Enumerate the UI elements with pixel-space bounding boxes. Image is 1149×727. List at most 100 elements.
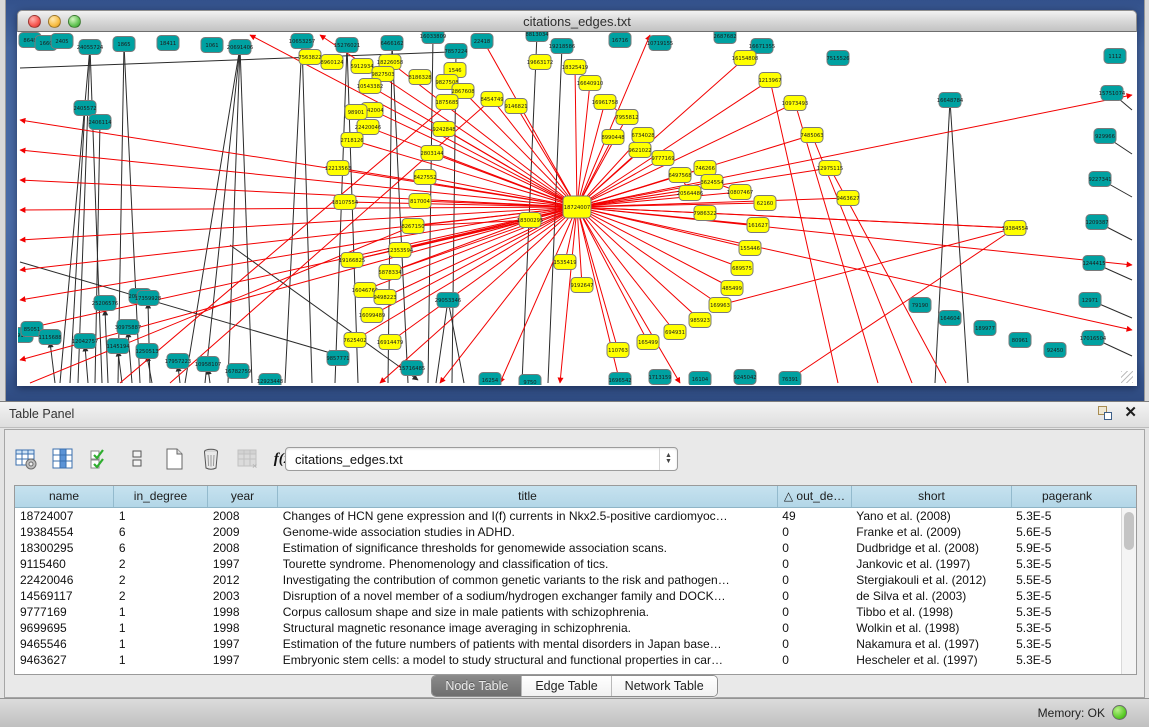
graph-node[interactable]: 8990448 <box>601 130 624 145</box>
graph-node[interactable]: 8960124 <box>320 55 344 70</box>
graph-node[interactable]: 9227341 <box>1088 172 1111 187</box>
close-panel-icon[interactable]: ✕ <box>1124 406 1137 420</box>
graph-node[interactable]: 16648784 <box>937 93 964 108</box>
graph-node[interactable]: 9498223 <box>373 290 396 305</box>
graph-node[interactable]: 7955812 <box>615 110 638 125</box>
graph-node[interactable]: 2718126 <box>340 133 363 148</box>
graph-node[interactable]: 9192647 <box>570 278 593 293</box>
graph-node[interactable]: 12042757 <box>72 334 98 349</box>
graph-node[interactable]: 10719155 <box>647 36 673 51</box>
graph-node[interactable]: 16961758 <box>592 95 618 110</box>
graph-node[interactable]: 165499 <box>637 335 659 350</box>
delete-table-icon[interactable] <box>198 446 224 472</box>
graph-node[interactable]: 10807467 <box>727 185 753 200</box>
show-columns-icon[interactable] <box>50 446 76 472</box>
graph-node[interactable]: 2406114 <box>88 115 112 130</box>
graph-node[interactable]: 9242848 <box>432 122 455 137</box>
graph-node[interactable]: 164604 <box>939 311 961 326</box>
graph-node[interactable]: 6734028 <box>631 128 654 143</box>
graph-node[interactable]: 485499 <box>721 281 743 296</box>
graph-node[interactable]: 929966 <box>1094 129 1116 144</box>
graph-node[interactable]: 25206576 <box>92 296 118 311</box>
column-header-year[interactable]: year <box>208 486 278 507</box>
graph-node[interactable]: 79190 <box>909 298 931 313</box>
graph-node[interactable]: 7625402 <box>343 333 366 348</box>
graph-node[interactable]: 8267150 <box>401 219 424 234</box>
graph-node[interactable]: 22418 <box>471 34 493 49</box>
graph-node[interactable]: 817004 <box>409 194 431 209</box>
graph-node[interactable]: 5878334 <box>378 265 402 280</box>
table-row[interactable]: 1938455462009Genome-wide association stu… <box>15 524 1121 540</box>
graph-node[interactable]: 7857224 <box>444 44 468 59</box>
graph-node[interactable]: 1061 <box>201 38 223 53</box>
graph-node[interactable]: 9857771 <box>326 351 349 366</box>
graph-node[interactable]: 189977 <box>974 321 996 336</box>
graph-node[interactable]: 16640910 <box>577 76 603 91</box>
graph-node[interactable]: 18724007 <box>563 196 591 218</box>
graph-node[interactable]: 689575 <box>731 261 753 276</box>
graph-node[interactable]: 30975887 <box>115 320 141 335</box>
column-header-title[interactable]: title <box>278 486 778 507</box>
graph-node[interactable]: 2405 <box>51 34 73 49</box>
graph-node[interactable]: 15751074 <box>1099 86 1126 101</box>
table-row[interactable]: 911546021997Tourette syndrome. Phenomeno… <box>15 556 1121 572</box>
graph-node[interactable]: 12213563 <box>325 161 351 176</box>
column-header-in_degree[interactable]: in_degree <box>114 486 208 507</box>
graph-node[interactable]: 8813034 <box>525 32 549 42</box>
graph-node[interactable]: 985923 <box>689 313 711 328</box>
graph-node[interactable]: 19663172 <box>527 55 553 70</box>
graph-node[interactable]: 1112 <box>1104 49 1126 64</box>
table-row[interactable]: 946554611997Estimation of the future num… <box>15 636 1121 652</box>
graph-node[interactable]: 1209387 <box>1085 215 1108 230</box>
graph-node[interactable]: 16782759 <box>225 364 251 379</box>
table-vertical-scrollbar[interactable] <box>1121 508 1136 674</box>
table-row[interactable]: 1830029562008Estimation of significance … <box>15 540 1121 556</box>
graph-node[interactable]: 8454749 <box>480 92 503 107</box>
graph-node[interactable]: 1115688 <box>38 330 61 345</box>
graph-node[interactable]: 12971 <box>1079 293 1101 308</box>
tab-network-table[interactable]: Network Table <box>611 676 717 696</box>
graph-node[interactable]: 18107554 <box>332 195 359 210</box>
graph-node[interactable]: 7563822 <box>298 50 321 65</box>
graph-node[interactable]: 24055724 <box>77 40 104 55</box>
graph-node[interactable]: 19384554 <box>1002 221 1029 236</box>
citation-network-graph[interactable]: 8648166024052405572418651841110612069140… <box>18 32 1136 385</box>
new-table-icon[interactable] <box>161 446 187 472</box>
column-header-short[interactable]: short <box>852 486 1012 507</box>
graph-node[interactable]: 155446 <box>739 241 761 256</box>
table-select-dropdown[interactable]: citations_edges.txt ▲▼ <box>285 447 678 471</box>
graph-node[interactable]: 15716485 <box>399 361 425 376</box>
graph-node[interactable]: 10543382 <box>357 79 383 94</box>
graph-node[interactable]: 76391 <box>779 372 801 386</box>
graph-node[interactable]: 92450 <box>1044 343 1066 358</box>
graph-node[interactable]: 18411 <box>157 36 179 51</box>
graph-node[interactable]: 1696542 <box>608 373 631 386</box>
graph-node[interactable]: 16914479 <box>377 335 403 350</box>
graph-node[interactable]: 20564486 <box>677 186 703 201</box>
graph-node[interactable]: 110763 <box>607 343 629 358</box>
graph-node[interactable]: 9146821 <box>504 99 527 114</box>
column-header-name[interactable]: name <box>15 486 114 507</box>
column-header-pagerank[interactable]: pagerank <box>1012 486 1122 507</box>
graph-node[interactable]: 161627 <box>747 218 769 233</box>
table-row[interactable]: 2242004622012Investigating the contribut… <box>15 572 1121 588</box>
table-row[interactable]: 1456911722003Disruption of a novel membe… <box>15 588 1121 604</box>
graph-node[interactable]: 19166825 <box>339 253 365 268</box>
tab-edge-table[interactable]: Edge Table <box>521 676 610 696</box>
graph-node[interactable]: 746266 <box>694 161 716 176</box>
network-canvas[interactable]: 8648166024052405572418651841110612069140… <box>18 32 1136 385</box>
graph-node[interactable]: 12923448 <box>257 374 283 386</box>
graph-node[interactable]: 1865 <box>113 37 135 52</box>
table-row[interactable]: 946362711997Embryonic stem cells: a mode… <box>15 652 1121 668</box>
graph-node[interactable]: 15276021 <box>334 38 360 53</box>
tab-node-table[interactable]: Node Table <box>432 676 521 696</box>
graph-node[interactable]: 9621022 <box>628 143 651 158</box>
graph-node[interactable]: 9463627 <box>836 191 859 206</box>
table-row[interactable]: 1872400712008Changes of HCN gene express… <box>15 508 1121 524</box>
table-settings-icon[interactable] <box>13 446 39 472</box>
graph-node[interactable]: 8186328 <box>408 70 431 85</box>
graph-node[interactable]: 12975115 <box>817 161 843 176</box>
graph-node[interactable]: 62160 <box>754 196 776 211</box>
graph-node[interactable]: 19218586 <box>549 39 575 54</box>
graph-node[interactable]: 1250513 <box>135 344 158 359</box>
